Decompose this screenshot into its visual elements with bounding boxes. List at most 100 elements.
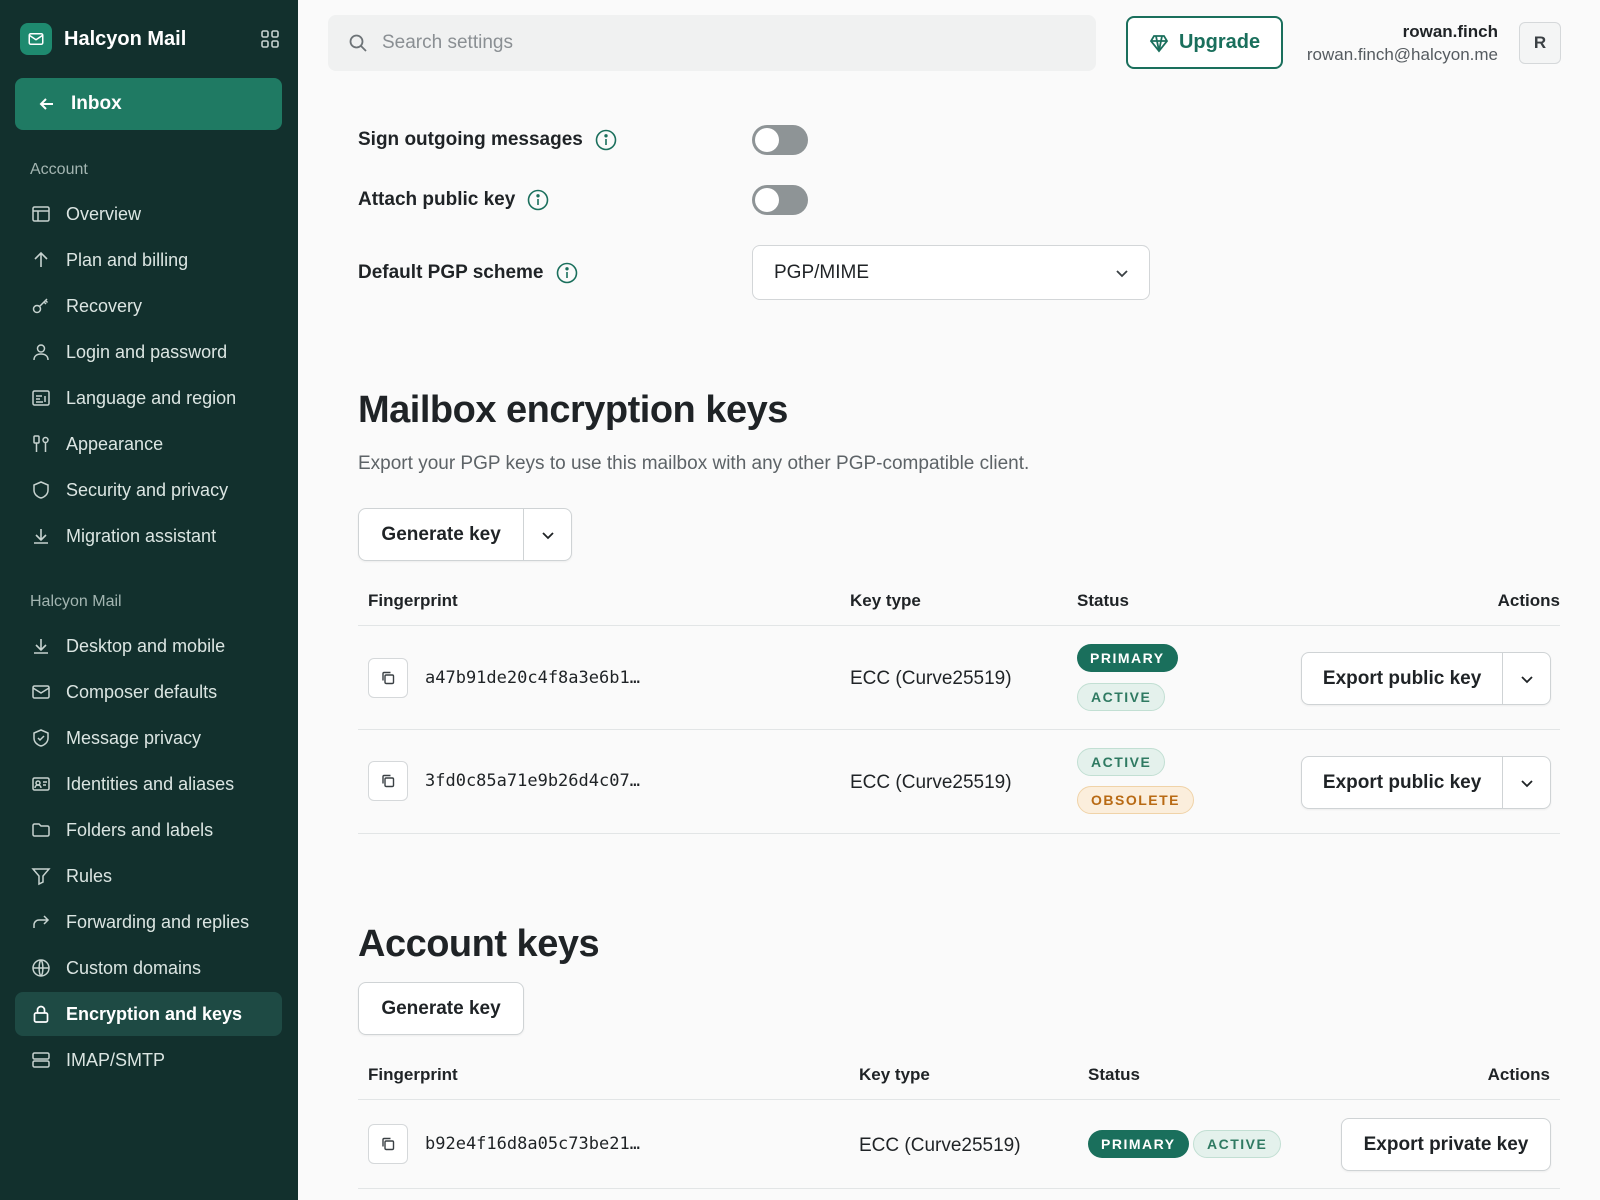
sidebar: Halcyon Mail Inbox Account Overview Plan…	[0, 0, 298, 1200]
column-header-fingerprint: Fingerprint	[368, 1065, 458, 1084]
globe-icon	[32, 959, 50, 977]
search-bar[interactable]	[328, 15, 1096, 71]
sidebar-item-label: Overview	[66, 203, 142, 224]
brand: Halcyon Mail	[20, 22, 280, 56]
layout-icon	[32, 206, 50, 222]
id-card-icon	[32, 777, 50, 791]
sidebar-item-label: IMAP/SMTP	[66, 1049, 166, 1070]
key-type-value: ECC (Curve25519)	[850, 668, 1012, 689]
sidebar-item-appearance[interactable]: Appearance	[15, 422, 282, 466]
sidebar-item-forwarding-and-replies[interactable]: Forwarding and replies	[15, 900, 282, 944]
diamond-icon	[1149, 33, 1169, 53]
shield-check-icon	[33, 729, 49, 747]
app-name: Halcyon Mail	[64, 27, 187, 50]
sidebar-item-login-and-password[interactable]: Login and password	[15, 330, 282, 374]
table-divider	[358, 1099, 1560, 1100]
column-header-key-type: Key type	[859, 1065, 930, 1084]
attach-public-key-label: Attach public key	[358, 189, 516, 210]
avatar[interactable]: R	[1519, 22, 1561, 64]
sidebar-item-folders-and-labels[interactable]: Folders and labels	[15, 808, 282, 852]
table-divider	[358, 729, 1560, 730]
sidebar-item-desktop-and-mobile[interactable]: Desktop and mobile	[15, 624, 282, 668]
folder-icon	[32, 823, 50, 837]
sidebar-item-label: Migration assistant	[66, 525, 217, 546]
sidebar-item-label: Rules	[66, 865, 113, 886]
sidebar-item-label: Folders and labels	[66, 819, 214, 840]
copy-fingerprint-button[interactable]	[368, 658, 408, 698]
sidebar-item-label: Login and password	[66, 341, 228, 362]
info-icon[interactable]	[527, 189, 549, 211]
column-header-actions: Actions	[1487, 1065, 1550, 1084]
pgp-scheme-select[interactable]: PGP/MIME	[752, 245, 1150, 300]
user-info: rowan.finch rowan.finch@halcyon.me	[1307, 22, 1498, 65]
sidebar-item-label: Recovery	[66, 295, 143, 316]
generate-key-dropdown[interactable]	[523, 509, 571, 560]
table-divider	[358, 1188, 1560, 1189]
sidebar-item-plan-and-billing[interactable]: Plan and billing	[15, 238, 282, 282]
inbox-label: Inbox	[71, 93, 122, 114]
generate-account-key-button[interactable]: Generate key	[358, 982, 524, 1035]
search-icon	[348, 33, 368, 53]
sidebar-item-overview[interactable]: Overview	[15, 192, 282, 236]
status-badge-active: ACTIVE	[1077, 748, 1166, 776]
arrow-left-icon	[37, 94, 57, 114]
default-pgp-scheme-setting: Default PGP scheme	[358, 262, 578, 284]
export-private-key-button[interactable]: Export private key	[1341, 1118, 1551, 1171]
export-options-dropdown[interactable]	[1502, 757, 1550, 808]
upgrade-button[interactable]: Upgrade	[1126, 16, 1283, 69]
sidebar-item-imap-smtp[interactable]: IMAP/SMTP	[15, 1038, 282, 1082]
sidebar-item-label: Security and privacy	[66, 479, 229, 500]
sidebar-item-identities-and-aliases[interactable]: Identities and aliases	[15, 762, 282, 806]
export-public-key-button[interactable]: Export public key	[1302, 653, 1502, 704]
export-options-dropdown[interactable]	[1502, 653, 1550, 704]
column-header-actions: Actions	[1497, 591, 1560, 610]
export-public-key-button[interactable]: Export public key	[1302, 757, 1502, 808]
key-type-value: ECC (Curve25519)	[850, 772, 1012, 793]
sidebar-item-label: Forwarding and replies	[66, 911, 250, 932]
sidebar-item-rules[interactable]: Rules	[15, 854, 282, 898]
pgp-scheme-value: PGP/MIME	[774, 261, 870, 283]
copy-fingerprint-button[interactable]	[368, 1124, 408, 1164]
mail-section-heading: Halcyon Mail	[30, 593, 122, 610]
sidebar-item-language-and-region[interactable]: Language and region	[15, 376, 282, 420]
status-badge-active: ACTIVE	[1077, 683, 1166, 711]
sidebar-item-message-privacy[interactable]: Message privacy	[15, 716, 282, 760]
table-divider	[358, 625, 1560, 626]
status-badge-primary: PRIMARY	[1077, 644, 1178, 672]
shield-icon	[33, 481, 49, 499]
column-header-fingerprint: Fingerprint	[368, 591, 458, 610]
sidebar-item-label: Identities and aliases	[66, 773, 235, 794]
table-divider	[358, 833, 1560, 834]
chevron-down-icon	[541, 531, 554, 539]
user-name: rowan.finch	[1402, 22, 1498, 41]
toggle-knob	[755, 128, 779, 152]
generate-key-button[interactable]: Generate key	[359, 509, 523, 560]
sidebar-item-label: Language and region	[66, 387, 237, 408]
sidebar-item-encryption-and-keys[interactable]: Encryption and keys	[15, 992, 282, 1036]
info-icon[interactable]	[595, 129, 617, 151]
key-type-value: ECC (Curve25519)	[859, 1135, 1021, 1156]
attach-public-key-toggle[interactable]	[752, 185, 808, 215]
search-input[interactable]	[382, 32, 1032, 54]
sidebar-item-security-and-privacy[interactable]: Security and privacy	[15, 468, 282, 512]
user-icon	[33, 344, 49, 361]
download-icon	[34, 639, 48, 654]
key-icon	[32, 298, 49, 314]
server-icon	[32, 1052, 50, 1068]
mailbox-keys-description: Export your PGP keys to use this mailbox…	[358, 453, 1030, 474]
sidebar-item-recovery[interactable]: Recovery	[15, 284, 282, 328]
app-grid-icon[interactable]	[260, 29, 280, 49]
copy-fingerprint-button[interactable]	[368, 761, 408, 801]
back-to-inbox-button[interactable]: Inbox	[15, 78, 282, 130]
export-public-key-split-button: Export public key	[1301, 756, 1551, 809]
generate-key-split-button: Generate key	[358, 508, 572, 561]
sidebar-item-label: Message privacy	[66, 727, 202, 748]
sidebar-item-label: Encryption and keys	[66, 1003, 243, 1024]
sidebar-item-migration-assistant[interactable]: Migration assistant	[15, 514, 282, 558]
info-icon[interactable]	[556, 262, 578, 284]
sidebar-item-composer-defaults[interactable]: Composer defaults	[15, 670, 282, 714]
sign-outgoing-toggle[interactable]	[752, 125, 808, 155]
account-section-heading: Account	[30, 161, 88, 178]
sidebar-item-custom-domains[interactable]: Custom domains	[15, 946, 282, 990]
status-badge-active: ACTIVE	[1193, 1130, 1282, 1158]
